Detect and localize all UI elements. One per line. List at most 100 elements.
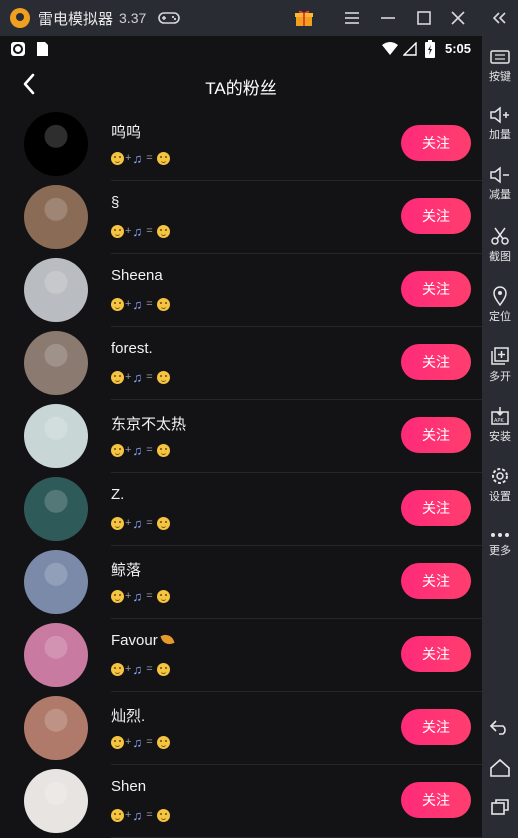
grin-emoji-icon [156, 151, 170, 165]
more-icon [491, 533, 509, 537]
collapse-sidebar-icon[interactable] [486, 0, 512, 36]
follower-name[interactable]: 东京不太热 [111, 413, 186, 434]
follower-name[interactable]: 鲸落 [111, 559, 141, 580]
close-icon[interactable] [446, 0, 470, 36]
smile-emoji-icon [111, 224, 124, 238]
follower-row[interactable]: Shen + ♫ = 关注 [0, 765, 482, 838]
smile-emoji-icon [111, 297, 124, 311]
signal-icon [403, 42, 417, 56]
sidebar-item-screenshot[interactable]: 截图 [482, 226, 518, 264]
nav-home-button[interactable] [482, 758, 518, 780]
apk-install-icon: APK [491, 407, 509, 425]
maximize-icon[interactable] [412, 0, 436, 36]
avatar[interactable] [24, 258, 88, 322]
battery-charging-icon [425, 40, 435, 58]
recents-icon [491, 799, 509, 815]
bio-equals-text: = [146, 371, 153, 383]
sidebar-item-settings[interactable]: 设置 [482, 466, 518, 504]
sidebar-item-install[interactable]: APK 安装 [482, 406, 518, 444]
follower-row[interactable]: 呜呜 + ♫ = 关注 [0, 108, 482, 181]
grin-emoji-icon [156, 516, 170, 530]
sidebar-item-label: 加量 [489, 129, 511, 141]
follower-name[interactable]: Sheena [111, 267, 163, 284]
follow-button[interactable]: 关注 [401, 782, 471, 818]
follower-row[interactable]: Sheena + ♫ = 关注 [0, 254, 482, 327]
music-note-icon: ♫ [132, 223, 143, 239]
follow-button[interactable]: 关注 [401, 636, 471, 672]
bio-plus-text: + [125, 736, 132, 748]
menu-icon[interactable] [340, 0, 364, 36]
sidebar-item-multi-instance[interactable]: 多开 [482, 346, 518, 384]
follower-bio: + ♫ = [111, 150, 170, 166]
follower-row[interactable]: 灿烈. + ♫ = 关注 [0, 692, 482, 765]
grin-emoji-icon [156, 297, 170, 311]
avatar[interactable] [24, 331, 88, 395]
follower-bio: + ♫ = [111, 296, 170, 312]
bio-equals-text: = [146, 225, 153, 237]
avatar[interactable] [24, 623, 88, 687]
follower-bio: + ♫ = [111, 369, 170, 385]
bio-plus-text: + [125, 590, 132, 602]
page-header: TA的粉丝 [0, 62, 482, 106]
follower-bio: + ♫ = [111, 588, 170, 604]
emulator-titlebar: 雷电模拟器 3.37 [0, 0, 518, 36]
follower-row[interactable]: 鲸落 + ♫ = 关注 [0, 546, 482, 619]
follower-name-text: § [111, 194, 120, 211]
avatar[interactable] [24, 477, 88, 541]
avatar[interactable] [24, 112, 88, 176]
sidebar-item-location[interactable]: 定位 [482, 286, 518, 324]
avatar[interactable] [24, 696, 88, 760]
volume-up-icon [490, 106, 509, 124]
smile-emoji-icon [111, 589, 124, 603]
follower-bio: + ♫ = [111, 223, 170, 239]
avatar[interactable] [24, 185, 88, 249]
follower-name[interactable]: Z. [111, 486, 124, 503]
app-version: 3.37 [119, 10, 147, 26]
follow-button[interactable]: 关注 [401, 417, 471, 453]
follower-row[interactable]: § + ♫ = 关注 [0, 181, 482, 254]
nav-recents-button[interactable] [482, 798, 518, 818]
page-title: TA的粉丝 [205, 79, 277, 98]
minimize-icon[interactable] [376, 0, 400, 36]
follow-button[interactable]: 关注 [401, 271, 471, 307]
follow-button[interactable]: 关注 [401, 709, 471, 745]
smile-emoji-icon [111, 443, 124, 457]
follower-name[interactable]: Shen [111, 778, 146, 795]
sidebar-item-keymap[interactable]: 按键 [482, 48, 518, 84]
follower-row[interactable]: Favour + ♫ = 关注 [0, 619, 482, 692]
emulator-window: 雷电模拟器 3.37 按键 加量 减量 截图 定位 多开 APK 安装 设置 更… [0, 0, 518, 838]
follower-name[interactable]: forest. [111, 340, 153, 357]
follower-name-text: 东京不太热 [111, 416, 187, 433]
sidebar-item-volume-down[interactable]: 减量 [482, 166, 518, 202]
follow-button[interactable]: 关注 [401, 344, 471, 380]
gamepad-icon[interactable] [156, 0, 182, 36]
multi-instance-icon [491, 347, 509, 365]
follow-button[interactable]: 关注 [401, 490, 471, 526]
sidebar-item-label: 设置 [489, 491, 511, 503]
avatar[interactable] [24, 404, 88, 468]
smile-emoji-icon [111, 808, 124, 822]
follower-row[interactable]: forest. + ♫ = 关注 [0, 327, 482, 400]
follow-button[interactable]: 关注 [401, 125, 471, 161]
follower-name-text: 呜呜 [111, 124, 142, 141]
sidebar-item-volume-up[interactable]: 加量 [482, 106, 518, 142]
follow-button[interactable]: 关注 [401, 563, 471, 599]
sidebar-item-label: 多开 [489, 371, 511, 383]
bio-equals-text: = [146, 444, 153, 456]
nav-back-button[interactable] [482, 718, 518, 738]
android-screen: 5:05 TA的粉丝 呜呜 + ♫ = 关注 § + ♫ = 关注 Sheena… [0, 36, 482, 838]
sidebar-item-more[interactable]: 更多 [482, 530, 518, 558]
avatar[interactable] [24, 550, 88, 614]
follower-name[interactable]: Favour [111, 632, 175, 649]
avatar[interactable] [24, 769, 88, 833]
follower-name[interactable]: § [111, 194, 119, 211]
follower-name[interactable]: 灿烈. [111, 705, 145, 726]
follower-name[interactable]: 呜呜 [111, 121, 141, 142]
follower-row[interactable]: Z. + ♫ = 关注 [0, 473, 482, 546]
follower-row[interactable]: 东京不太热 + ♫ = 关注 [0, 400, 482, 473]
follower-name-text: Sheena [111, 267, 163, 284]
follow-button[interactable]: 关注 [401, 198, 471, 234]
music-note-icon: ♫ [132, 442, 143, 458]
gift-icon[interactable] [292, 0, 316, 36]
sidebar-item-label: 按键 [489, 71, 511, 83]
